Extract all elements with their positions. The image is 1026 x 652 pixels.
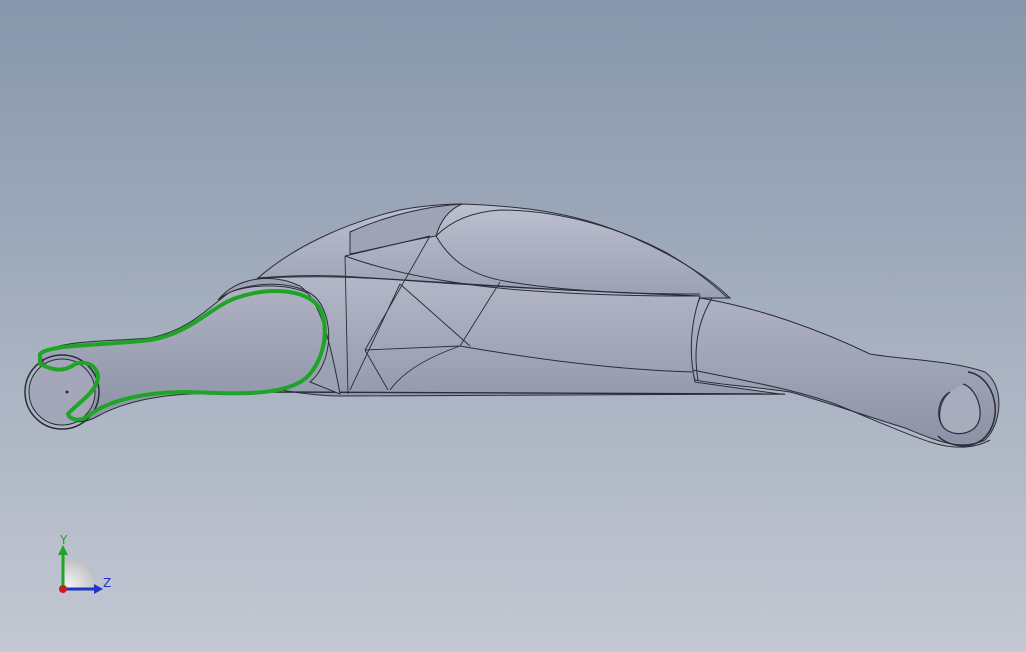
x-axis-dot [59, 585, 67, 593]
triad-quadrant [63, 557, 95, 589]
y-axis-label: Y [59, 533, 68, 547]
z-axis-arrowhead [94, 584, 103, 594]
z-axis-label: Z [103, 576, 111, 590]
3d-model[interactable] [24, 203, 1000, 448]
left-hook-center-point [65, 390, 69, 394]
graphics-viewport[interactable]: Y Z [0, 0, 1026, 652]
reference-triad: Y Z [58, 533, 111, 594]
